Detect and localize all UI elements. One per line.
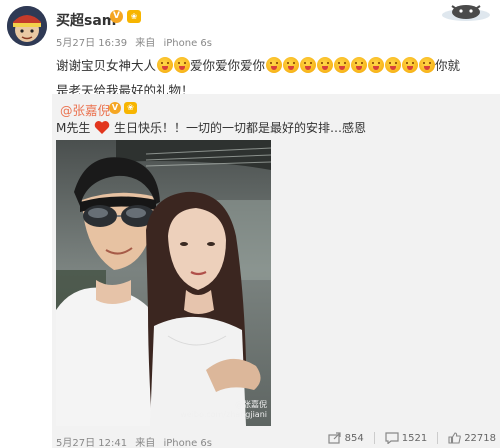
repost-source[interactable]: iPhone 6s bbox=[163, 438, 212, 448]
weibo-post: 买超sam V ❀ 5月27日 16:39 来自 iPhone 6s 谢谢宝贝女… bbox=[0, 0, 500, 448]
emoji-icon bbox=[418, 57, 435, 73]
emoji-icon bbox=[350, 57, 367, 73]
member-icon: ❀ bbox=[124, 102, 137, 114]
verified-icon: V bbox=[110, 10, 123, 23]
divider bbox=[373, 432, 375, 444]
post-date[interactable]: 5月27日 16:39 bbox=[56, 38, 127, 49]
photo-watermark: @张嘉倪 weibo.com/zhangjiani bbox=[180, 400, 267, 420]
repost-meta: 5月27日 12:41 来自 iPhone 6s bbox=[56, 434, 217, 448]
watermark-name: @张嘉倪 bbox=[235, 400, 267, 409]
username[interactable]: 买超sam bbox=[56, 10, 116, 30]
share-icon bbox=[328, 432, 341, 444]
emoji-icon bbox=[299, 57, 316, 73]
post-source-prefix: 来自 bbox=[135, 38, 156, 49]
heart-icon bbox=[94, 121, 110, 134]
emoji-icon bbox=[316, 57, 333, 73]
content-text: 爱你爱你爱你 bbox=[190, 58, 266, 73]
like-icon bbox=[448, 432, 461, 444]
watermark-url: weibo.com/zhangjiani bbox=[180, 410, 267, 419]
verified-icon: V bbox=[109, 102, 121, 114]
emoji-icon bbox=[401, 57, 418, 73]
content-text: 你就 bbox=[435, 58, 461, 73]
repost-photo[interactable]: @张嘉倪 weibo.com/zhangjiani bbox=[56, 140, 271, 426]
post-source[interactable]: iPhone 6s bbox=[163, 38, 212, 49]
repost-date[interactable]: 5月27日 12:41 bbox=[56, 438, 127, 448]
emoji-icon bbox=[265, 57, 282, 73]
repost-actions: 854 1521 22718 bbox=[318, 432, 496, 444]
emoji-icon bbox=[156, 57, 173, 73]
content-text: 谢谢宝贝女神大人 bbox=[56, 58, 157, 73]
repost-text-part: 生日快乐！！一切的一切都是最好的安排…感恩 bbox=[114, 121, 367, 135]
emoji-icon bbox=[367, 57, 384, 73]
divider bbox=[437, 432, 439, 444]
comment-count: 1521 bbox=[401, 432, 428, 444]
repost-source-prefix: 来自 bbox=[135, 438, 156, 448]
repost-card: @张嘉倪 V ❀ M先生 生日快乐！！一切的一切都是最好的安排…感恩 @张嘉倪 … bbox=[52, 94, 500, 448]
emoji-icon bbox=[173, 57, 190, 73]
comment-button[interactable]: 1521 bbox=[385, 432, 427, 444]
emoji-icon bbox=[384, 57, 401, 73]
avatar[interactable] bbox=[7, 6, 47, 46]
like-button[interactable]: 22718 bbox=[448, 432, 496, 444]
member-icon: ❀ bbox=[127, 10, 141, 23]
repost-text-part: M先生 bbox=[56, 121, 91, 135]
card-decoration-icon bbox=[442, 5, 490, 21]
mention-link[interactable]: @张嘉倪 bbox=[60, 100, 110, 119]
post-meta: 5月27日 16:39 来自 iPhone 6s bbox=[56, 34, 217, 49]
repost-text: M先生 生日快乐！！一切的一切都是最好的安排…感恩 bbox=[56, 119, 366, 136]
comment-icon bbox=[385, 432, 399, 444]
emoji-icon bbox=[333, 57, 350, 73]
share-button[interactable]: 854 bbox=[328, 432, 364, 444]
like-count: 22718 bbox=[464, 432, 496, 444]
emoji-icon bbox=[282, 57, 299, 73]
share-count: 854 bbox=[344, 432, 364, 444]
